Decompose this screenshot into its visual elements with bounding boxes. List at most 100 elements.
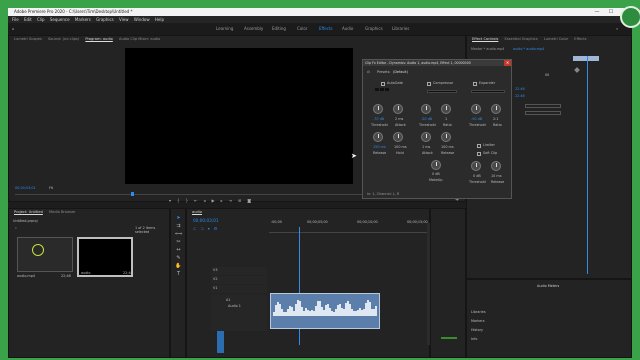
selection-tool-icon[interactable]: ➤ xyxy=(175,215,182,222)
gate-attack-knob[interactable] xyxy=(393,104,403,114)
comp-makeup-value[interactable]: 0 dB xyxy=(432,172,440,176)
hand-tool-icon[interactable]: ✋ xyxy=(175,263,182,270)
gate-attack-value[interactable]: 2 ms xyxy=(395,117,403,121)
comp-release-value[interactable]: 100 ms xyxy=(441,145,454,149)
exp-threshold-knob[interactable] xyxy=(471,104,481,114)
selected-clip-label[interactable]: audio * audio.mp4 xyxy=(513,47,544,51)
marker-icon[interactable]: ▾ xyxy=(169,198,177,203)
sequence-name[interactable]: audio xyxy=(81,271,90,275)
lim-threshold-value[interactable]: 0 dB xyxy=(473,174,481,178)
ec-value-1[interactable]: 00 xyxy=(545,73,549,77)
autogate-checkbox[interactable] xyxy=(381,82,385,86)
search-icon[interactable]: ⌕ xyxy=(616,23,618,35)
panel-libraries[interactable]: Libraries xyxy=(471,310,486,314)
home-icon[interactable]: ⌂ xyxy=(12,23,15,35)
step-forward-icon[interactable]: ▸ xyxy=(221,198,229,203)
gate-hold-value[interactable]: 100 ms xyxy=(394,145,407,149)
linked-selection-icon[interactable]: ⊃ xyxy=(200,226,207,231)
export-frame-icon[interactable]: ◙ xyxy=(247,198,257,203)
go-to-out-icon[interactable]: ⇥ xyxy=(229,198,238,203)
menu-view[interactable]: View xyxy=(119,17,129,22)
track-header-v3[interactable]: V3 xyxy=(211,267,267,275)
track-select-tool-icon[interactable]: ⇉ xyxy=(175,223,182,230)
project-item-name[interactable]: audio.mp4 xyxy=(17,274,35,278)
tab-essential-graphics[interactable]: Essential Graphics xyxy=(505,37,538,41)
soft-clip-checkbox[interactable] xyxy=(477,152,481,156)
project-item-thumbnail[interactable] xyxy=(17,237,73,272)
clip-fx-close-icon[interactable]: ✕ xyxy=(504,60,511,66)
panel-markers[interactable]: Markers xyxy=(471,319,485,323)
master-clip-label[interactable]: Master * audio.mp4 xyxy=(471,47,504,51)
ripple-edit-tool-icon[interactable]: ⟺ xyxy=(175,231,182,238)
lim-release-value[interactable]: 10 ms xyxy=(491,174,501,178)
exp-threshold-value[interactable]: -50 dB xyxy=(471,117,482,121)
tab-audio-clip-mixer[interactable]: Audio Clip Mixer: audio xyxy=(119,37,160,41)
tab-effects[interactable]: Effects xyxy=(574,37,586,41)
lift-icon[interactable]: ⊞ xyxy=(238,198,247,203)
audio-meters-header[interactable]: Audio Meters xyxy=(537,284,559,288)
pen-tool-icon[interactable]: ✎ xyxy=(175,255,182,262)
menu-sequence[interactable]: Sequence xyxy=(50,17,70,22)
wrench-icon[interactable]: ⚙ xyxy=(214,226,222,231)
keyframe-icon[interactable] xyxy=(574,67,580,73)
workspace-learning[interactable]: Learning xyxy=(216,23,233,35)
ec-edit-button[interactable] xyxy=(525,104,561,108)
fit-dropdown[interactable]: Fit xyxy=(49,186,53,190)
gate-release-knob[interactable] xyxy=(373,132,383,142)
ec-reset-button[interactable] xyxy=(525,111,561,115)
track-header-v2[interactable]: V2 xyxy=(211,276,267,284)
lim-threshold-knob[interactable] xyxy=(471,161,481,171)
menu-graphics[interactable]: Graphics xyxy=(96,17,114,22)
program-timecode[interactable]: 00;00;03;01 xyxy=(15,186,36,190)
menu-markers[interactable]: Markers xyxy=(75,17,91,22)
gate-release-value[interactable]: 150 ms xyxy=(373,145,386,149)
compressor-checkbox[interactable] xyxy=(427,82,431,86)
track-header-a1[interactable]: A1 Audio 1 xyxy=(211,295,267,331)
exp-ratio-value[interactable]: 2:1 xyxy=(493,117,498,121)
menu-help[interactable]: Help xyxy=(155,17,164,22)
lim-release-knob[interactable] xyxy=(491,161,501,171)
out-point-icon[interactable]: } xyxy=(186,198,195,203)
menu-clip[interactable]: Clip xyxy=(37,17,45,22)
gate-threshold-knob[interactable] xyxy=(373,104,383,114)
expander-checkbox[interactable] xyxy=(473,82,477,86)
comp-ratio-knob[interactable] xyxy=(441,104,451,114)
type-tool-icon[interactable]: T xyxy=(175,271,182,278)
workspace-effects[interactable]: Effects xyxy=(319,23,333,35)
panel-history[interactable]: History xyxy=(471,328,483,332)
menu-window[interactable]: Window xyxy=(134,17,150,22)
program-playhead[interactable] xyxy=(131,192,134,196)
in-point-icon[interactable]: { xyxy=(177,198,186,203)
tab-sequence-audio[interactable]: audio xyxy=(192,210,202,214)
comp-threshold-knob[interactable] xyxy=(421,104,431,114)
ec-value-3[interactable]: 22.46 xyxy=(515,94,525,98)
minimize-button[interactable]: — xyxy=(590,8,604,16)
gate-hold-knob[interactable] xyxy=(393,132,403,142)
gate-threshold-value[interactable]: -70 dB xyxy=(373,117,384,121)
workspace-graphics[interactable]: Graphics xyxy=(365,23,383,35)
time-ruler[interactable]: :00;00 00;00;05;00 00;00;10;00 00;00;15;… xyxy=(269,220,428,233)
tab-lumetri-scopes[interactable]: Lumetri Scopes xyxy=(14,37,42,41)
timeline-timecode[interactable]: 00;00;03;01 xyxy=(193,218,219,223)
track-header-v1[interactable]: V1 xyxy=(211,285,267,293)
limiter-checkbox[interactable] xyxy=(477,144,481,148)
tab-media-browser[interactable]: Media Browser xyxy=(49,210,76,214)
workspace-editing[interactable]: Editing xyxy=(272,23,286,35)
tab-source[interactable]: Source: (no clips) xyxy=(48,37,79,41)
search-icon[interactable]: ⌕ xyxy=(15,226,17,230)
tab-effect-controls[interactable]: Effect Controls xyxy=(472,37,498,41)
play-icon[interactable]: ▶ xyxy=(211,198,220,203)
comp-ratio-value[interactable]: 1 xyxy=(445,117,447,121)
menu-file[interactable]: File xyxy=(12,17,19,22)
menu-edit[interactable]: Edit xyxy=(24,17,32,22)
comp-threshold-value[interactable]: -20 dB xyxy=(421,117,432,121)
comp-makeup-knob[interactable] xyxy=(431,160,441,170)
comp-attack-knob[interactable] xyxy=(421,132,431,142)
power-icon[interactable]: ⏻ xyxy=(367,70,370,74)
workspace-assembly[interactable]: Assembly xyxy=(244,23,263,35)
tab-project[interactable]: Project: Untitled xyxy=(14,210,43,214)
workspace-audio[interactable]: Audio xyxy=(342,23,353,35)
audio-clip[interactable] xyxy=(270,293,380,329)
slip-tool-icon[interactable]: ↔ xyxy=(175,247,182,254)
maximize-button[interactable]: ☐ xyxy=(604,8,618,16)
